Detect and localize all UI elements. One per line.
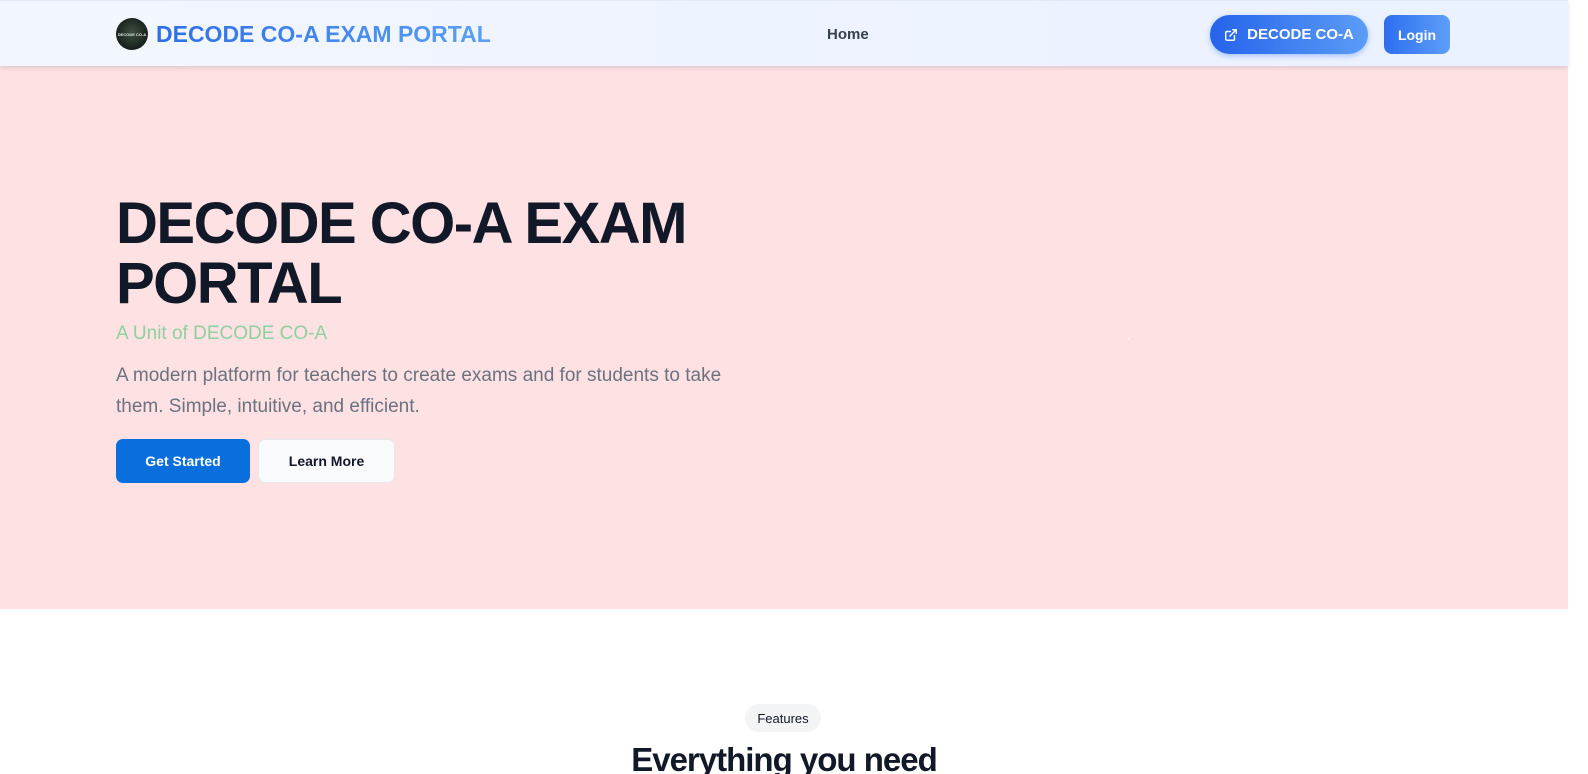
learn-more-button[interactable]: Learn More [258,439,395,483]
logo: DECODE CO-A [116,18,148,50]
top-navbar: DECODE CO-A DECODE CO-A EXAM PORTAL Home… [0,0,1568,66]
decode-button-label: DECODE CO-A [1247,26,1354,43]
hero-description: A modern platform for teachers to create… [116,365,722,417]
login-button[interactable]: Login [1384,15,1450,54]
hero-title: DECODE CO-A EXAM PORTAL [116,191,688,316]
hero-subtitle: A Unit of DECODE CO-A [116,323,328,344]
nav-link-home[interactable]: Home [827,26,869,43]
decode-external-button[interactable]: DECODE CO-A [1210,15,1368,54]
brand-title[interactable]: DECODE CO-A EXAM PORTAL [156,21,491,48]
decorative-dot [1128,338,1130,340]
get-started-button[interactable]: Get Started [116,439,250,483]
features-badge: Features [745,704,821,732]
logo-text: DECODE CO-A [117,31,147,37]
external-link-icon [1225,28,1238,41]
brand[interactable]: DECODE CO-A DECODE CO-A EXAM PORTAL [116,18,491,50]
hero-section: DECODE CO-A EXAM PORTAL A Unit of DECODE… [0,66,1568,609]
features-heading: Everything you need [631,741,938,774]
page-scrollbar[interactable] [1568,0,1588,774]
